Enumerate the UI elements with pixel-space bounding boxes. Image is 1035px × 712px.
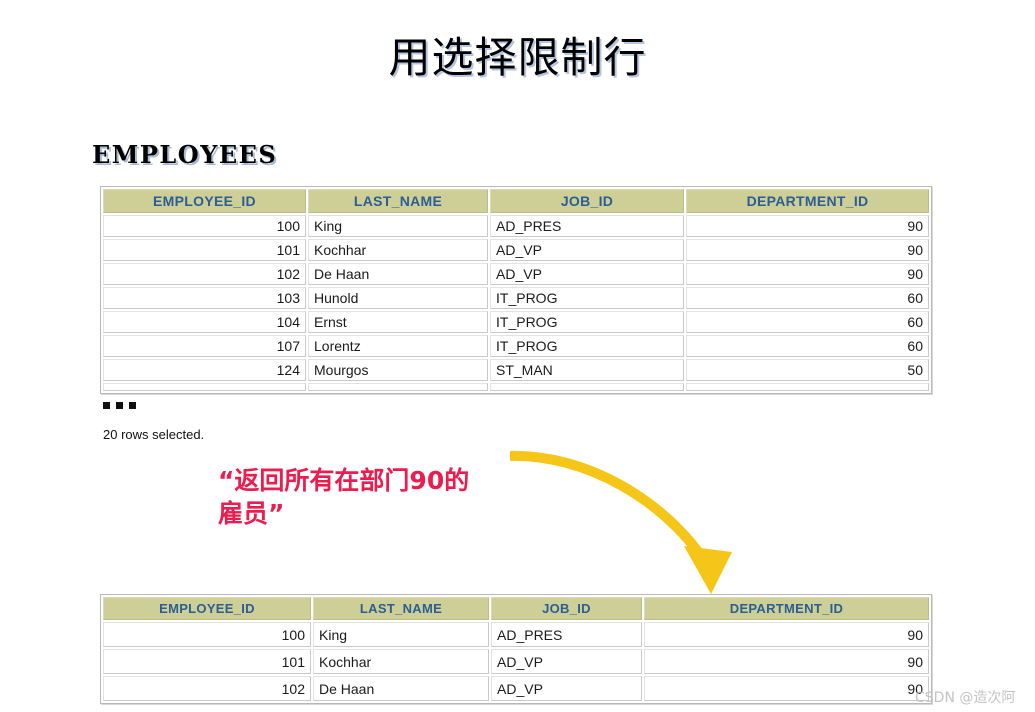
table-header-row: EMPLOYEE_ID LAST_NAME JOB_ID DEPARTMENT_… xyxy=(103,597,929,620)
cell-employee-id: 104 xyxy=(103,311,306,333)
cell-department-id: 90 xyxy=(644,622,929,647)
column-header-department-id: DEPARTMENT_ID xyxy=(644,597,929,620)
cell-department-id: 90 xyxy=(686,215,929,237)
cell-employee-id: 124 xyxy=(103,359,306,381)
table-row: 102 De Haan AD_VP 90 xyxy=(103,676,929,701)
rows-selected-caption: 20 rows selected. xyxy=(103,427,205,442)
column-header-job-id: JOB_ID xyxy=(491,597,642,620)
callout-annotation: “返回所有在部门90的 雇员” xyxy=(218,464,548,530)
cell-last-name: Kochhar xyxy=(308,239,488,261)
ellipsis-dot xyxy=(103,402,110,409)
table-row: 100 King AD_PRES 90 xyxy=(103,215,929,237)
table-header-row: EMPLOYEE_ID LAST_NAME JOB_ID DEPARTMENT_… xyxy=(103,189,929,213)
column-header-department-id: DEPARTMENT_ID xyxy=(686,189,929,213)
watermark: CSDN @造次阿 xyxy=(915,690,1016,706)
cell-clipped xyxy=(103,383,306,391)
cell-employee-id: 103 xyxy=(103,287,306,309)
cell-employee-id: 102 xyxy=(103,676,311,701)
callout-line-2: 雇员” xyxy=(218,499,285,528)
cell-department-id: 90 xyxy=(644,649,929,674)
table-row-clipped xyxy=(103,383,929,391)
cell-job-id: AD_VP xyxy=(491,649,642,674)
table-row: 101 Kochhar AD_VP 90 xyxy=(103,239,929,261)
cell-employee-id: 107 xyxy=(103,335,306,357)
ellipsis-indicator xyxy=(103,402,136,409)
column-header-last-name: LAST_NAME xyxy=(308,189,488,213)
table-row: 124 Mourgos ST_MAN 50 xyxy=(103,359,929,381)
cell-job-id: AD_PRES xyxy=(490,215,684,237)
column-header-employee-id: EMPLOYEE_ID xyxy=(103,189,306,213)
employees-full-table: EMPLOYEE_ID LAST_NAME JOB_ID DEPARTMENT_… xyxy=(100,186,932,394)
ellipsis-dot xyxy=(116,402,123,409)
column-header-last-name: LAST_NAME xyxy=(313,597,489,620)
column-header-employee-id: EMPLOYEE_ID xyxy=(103,597,311,620)
cell-last-name: Lorentz xyxy=(308,335,488,357)
cell-job-id: ST_MAN xyxy=(490,359,684,381)
cell-clipped xyxy=(686,383,929,391)
cell-job-id: IT_PROG xyxy=(490,287,684,309)
cell-last-name: Hunold xyxy=(308,287,488,309)
cell-employee-id: 101 xyxy=(103,649,311,674)
cell-department-id: 60 xyxy=(686,287,929,309)
cell-employee-id: 102 xyxy=(103,263,306,285)
cell-department-id: 90 xyxy=(686,263,929,285)
cell-employee-id: 100 xyxy=(103,622,311,647)
cell-last-name: Ernst xyxy=(308,311,488,333)
cell-department-id: 90 xyxy=(686,239,929,261)
cell-department-id: 60 xyxy=(686,311,929,333)
cell-department-id: 60 xyxy=(686,335,929,357)
cell-job-id: AD_VP xyxy=(490,239,684,261)
table-row: 104 Ernst IT_PROG 60 xyxy=(103,311,929,333)
curved-arrow-icon xyxy=(509,450,732,594)
employees-filtered-table: EMPLOYEE_ID LAST_NAME JOB_ID DEPARTMENT_… xyxy=(100,594,932,704)
cell-job-id: IT_PROG xyxy=(490,311,684,333)
cell-last-name: King xyxy=(308,215,488,237)
page-title: 用选择限制行 xyxy=(388,33,647,82)
cell-last-name: Mourgos xyxy=(308,359,488,381)
cell-clipped xyxy=(308,383,488,391)
ellipsis-dot xyxy=(129,402,136,409)
cell-employee-id: 100 xyxy=(103,215,306,237)
cell-job-id: AD_VP xyxy=(490,263,684,285)
cell-last-name: De Haan xyxy=(313,676,489,701)
table-row: 107 Lorentz IT_PROG 60 xyxy=(103,335,929,357)
cell-employee-id: 101 xyxy=(103,239,306,261)
cell-department-id: 50 xyxy=(686,359,929,381)
cell-last-name: De Haan xyxy=(308,263,488,285)
cell-job-id: AD_PRES xyxy=(491,622,642,647)
column-header-job-id: JOB_ID xyxy=(490,189,684,213)
cell-department-id: 90 xyxy=(644,676,929,701)
callout-line-1: “返回所有在部门90的 xyxy=(218,466,470,495)
table-row: 100 King AD_PRES 90 xyxy=(103,622,929,647)
cell-job-id: AD_VP xyxy=(491,676,642,701)
cell-last-name: Kochhar xyxy=(313,649,489,674)
table-row: 102 De Haan AD_VP 90 xyxy=(103,263,929,285)
table-row: 101 Kochhar AD_VP 90 xyxy=(103,649,929,674)
cell-last-name: King xyxy=(313,622,489,647)
table-label-employees: EMPLOYEES xyxy=(92,140,278,169)
cell-clipped xyxy=(490,383,684,391)
table-row: 103 Hunold IT_PROG 60 xyxy=(103,287,929,309)
cell-job-id: IT_PROG xyxy=(490,335,684,357)
